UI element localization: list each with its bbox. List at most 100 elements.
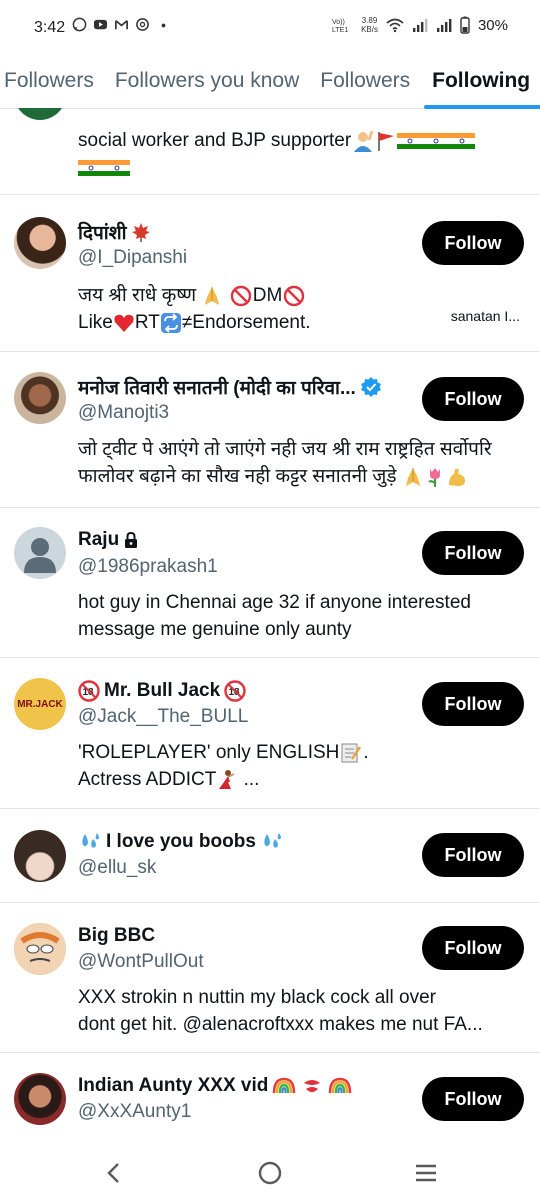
rainbow-emoji-icon	[273, 1077, 296, 1094]
user-row[interactable]: I love you boobs @ellu_sk Follow	[0, 809, 540, 903]
display-name-text: Big BBC	[78, 925, 156, 946]
display-name-text: Raju	[78, 529, 120, 550]
avatar	[14, 923, 66, 975]
user-handle: @I_Dipanshi	[78, 247, 188, 268]
user-row[interactable]: Raju @1986prakash1 Follow hot guy in Che…	[0, 508, 540, 658]
tulip-emoji-icon	[428, 467, 440, 487]
svg-text:LTE1: LTE1	[332, 27, 348, 33]
india-flag-emoji-icon	[104, 159, 130, 176]
bio-text: Like	[78, 312, 113, 333]
whatsapp-icon	[72, 17, 87, 32]
no-one-under-eighteen-emoji-icon: 18	[224, 680, 246, 702]
default-avatar-icon	[24, 538, 56, 573]
back-button[interactable]	[94, 1155, 134, 1191]
user-row[interactable]: दिपांशी @I_Dipanshi Follow जय श्री राधे …	[0, 195, 540, 352]
bio-text: dont get hit. @alenacroftxxx makes me nu…	[78, 1014, 483, 1035]
india-flag-emoji-icon	[449, 132, 476, 149]
display-name: दिपांशी	[78, 219, 151, 245]
avatar-logo-text: MR.JACK	[17, 698, 63, 710]
memo-emoji-icon	[341, 743, 362, 763]
user-handle: @Jack__The_BULL	[78, 706, 249, 727]
svg-text:Vo)): Vo))	[332, 19, 345, 26]
prohibited-emoji-icon	[230, 285, 251, 307]
display-name: I love you boobs	[78, 831, 284, 853]
display-name: Raju	[78, 529, 139, 551]
display-name: Indian Aunty XXX vid	[78, 1075, 352, 1097]
display-name-text: Mr. Bull Jack	[104, 680, 221, 701]
signal-icon-2	[436, 19, 452, 32]
follow-button[interactable]: Follow	[422, 221, 524, 265]
recents-button[interactable]	[406, 1155, 446, 1191]
wifi-icon	[386, 18, 404, 33]
user-bio: hot guy in Chennai age 32 if anyone inte…	[78, 589, 524, 643]
bio-text: Actress ADDICT	[78, 769, 217, 790]
folded-hands-emoji-icon	[205, 286, 220, 305]
no-one-under-eighteen-emoji-icon: 18	[78, 680, 100, 702]
display-name-text: मनोज तिवारी सनातनी (मोदी का परिवा...	[78, 378, 356, 399]
follow-button[interactable]: Follow	[422, 377, 524, 421]
india-flag-emoji-icon	[423, 132, 450, 149]
tab-verified-followers[interactable]: Followers	[320, 56, 410, 108]
volte-icon: Vo))LTE1	[332, 19, 348, 33]
display-name-text: I love you boobs	[106, 831, 256, 852]
person-raising-hand-emoji-icon	[354, 130, 374, 152]
tab-label: Followers	[4, 69, 94, 92]
user-handle: @ellu_sk	[78, 857, 157, 878]
network-speed: 3.89 KB/s	[361, 16, 378, 34]
bio-text: DM	[252, 285, 283, 306]
user-row[interactable]: Big BBC @WontPullOut Follow XXX strokin …	[0, 903, 540, 1053]
svg-text:18: 18	[83, 687, 95, 698]
user-row[interactable]: मनोज तिवारी सनातनी (मोदी का परिवा... @Ma…	[0, 352, 540, 508]
more-notifications-dot-icon	[161, 23, 166, 28]
tab-label: Followers	[320, 69, 411, 92]
flexed-biceps-emoji-icon	[448, 468, 465, 486]
status-right: Vo)) LTE1 3.89 KB/s 30%	[331, 16, 508, 34]
bio-text: जो ट्वीट पे आएंगे तो जाएंगे नही जय श्री …	[78, 439, 492, 460]
bio-text: XXX strokin n nuttin my black cock all o…	[78, 987, 436, 1008]
display-name: 18 Mr. Bull Jack 18	[78, 680, 246, 702]
dancer-emoji-icon	[219, 769, 235, 789]
list-item[interactable]: social worker and BJP supporter	[0, 108, 540, 195]
display-name: मनोज तिवारी सनातनी (मोदी का परिवा...	[78, 374, 382, 400]
threads-icon	[136, 18, 149, 31]
gmail-icon	[115, 20, 128, 30]
tab-followers-you-know[interactable]: Followers you know	[115, 56, 299, 108]
sweat-droplets-emoji-icon	[82, 833, 99, 848]
red-flag-emoji-icon	[378, 131, 395, 151]
bio-text: message me genuine only aunty	[78, 619, 352, 640]
tab-followers[interactable]: Followers	[4, 56, 94, 108]
tab-label: Following	[432, 69, 531, 92]
folded-hands-emoji-icon	[405, 467, 420, 486]
network-speed-value: 3.89	[361, 16, 378, 25]
status-time: 3:42	[34, 19, 66, 36]
follow-button[interactable]: Follow	[422, 926, 524, 970]
battery-percent: 30%	[477, 16, 508, 34]
display-name-text: दिपांशी	[78, 223, 127, 244]
india-flag-emoji-icon	[397, 132, 424, 149]
tab-following[interactable]: Following	[424, 56, 540, 109]
user-bio: social worker and BJP supporter	[78, 127, 518, 181]
recents-icon	[416, 1164, 436, 1182]
avatar	[14, 372, 66, 424]
signal-icon-1	[412, 19, 428, 32]
avatar	[14, 527, 66, 579]
user-bio: जो ट्वीट पे आएंगे तो जाएंगे नही जय श्री …	[78, 436, 528, 490]
user-row[interactable]: MR.JACK 18 Mr. Bull Jack 18 @Jack__The_BUL…	[0, 658, 540, 809]
bio-text: ≠Endorsement.	[181, 312, 311, 333]
prohibited-emoji-icon	[284, 285, 305, 307]
avatar: MR.JACK	[14, 678, 66, 730]
india-flag-emoji-icon	[78, 159, 104, 176]
notification-icons	[72, 17, 171, 32]
user-handle: @Manojti3	[78, 402, 170, 423]
follow-button[interactable]: Follow	[422, 1077, 524, 1121]
user-row[interactable]: Indian Aunty XXX vid @XxXAunty1 Follow	[0, 1053, 540, 1145]
bio-text: social worker and BJP supporter	[78, 130, 352, 151]
home-button[interactable]	[250, 1155, 290, 1191]
user-bio: 'ROLEPLAYER' only ENGLISH. Actress ADDIC…	[78, 742, 369, 790]
follow-button[interactable]: Follow	[422, 833, 524, 877]
user-handle: @1986prakash1	[78, 556, 218, 577]
avatar	[14, 217, 66, 269]
verified-badge-icon	[360, 377, 381, 397]
follow-button[interactable]: Follow	[422, 682, 524, 726]
follow-button[interactable]: Follow	[422, 531, 524, 575]
